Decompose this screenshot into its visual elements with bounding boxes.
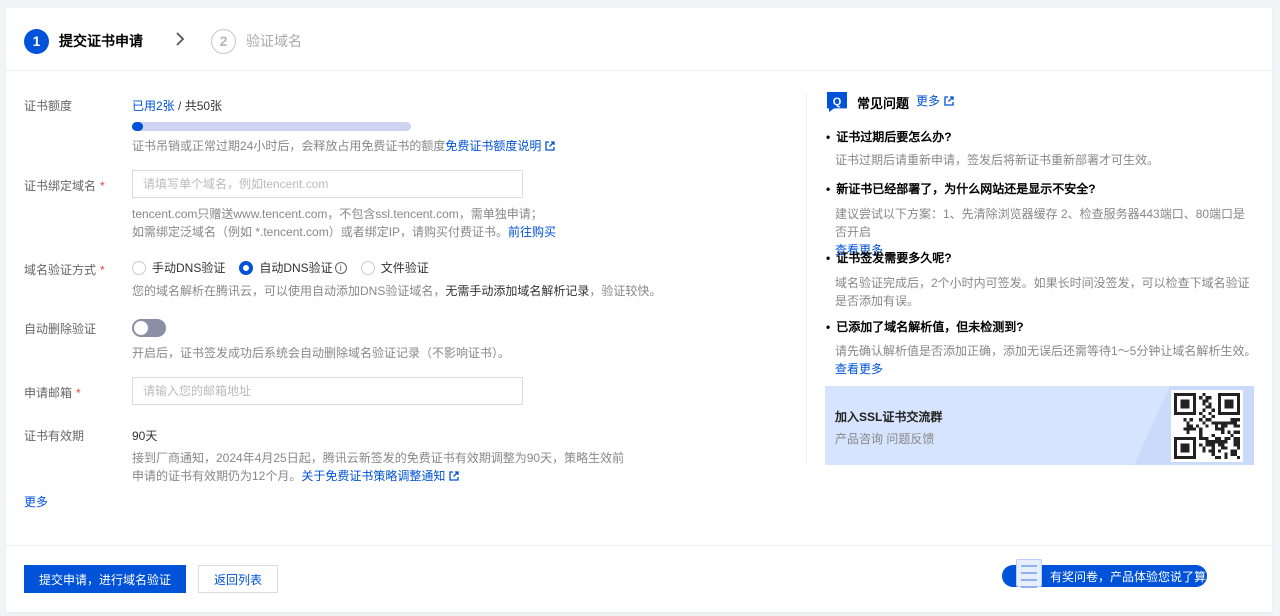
external-link-icon[interactable]	[944, 96, 954, 106]
validity-help-text: 申请的证书有效期仍为12个月。	[132, 469, 302, 483]
domain-label-text: 证书绑定域名	[24, 179, 97, 193]
quota-progress-fill	[132, 122, 144, 131]
quota-help-text: 证书吊销或正常过期24小时后，会释放占用免费证书的额度	[132, 139, 446, 153]
radio-manual-dns-circle[interactable]	[132, 260, 146, 275]
faq-title: 常见问题	[857, 96, 910, 111]
external-link-icon[interactable]	[545, 141, 556, 151]
email-label-text: 申请邮箱	[24, 386, 73, 400]
faq-answer-4-more-link[interactable]: 查看更多	[835, 362, 883, 376]
radio-file-circle[interactable]	[360, 260, 375, 275]
domain-help-line2: 如需绑定泛域名（例如 *.tencent.com）或者绑定IP，请购买付费证书。…	[132, 223, 556, 241]
policy-notice-link[interactable]: 关于免费证书策略调整通知	[301, 469, 445, 483]
quota-used: 已用2张	[132, 99, 175, 113]
external-link-icon[interactable]	[449, 471, 460, 481]
info-icon[interactable]: i	[334, 261, 347, 274]
faq-answer-2-text: 建议尝试以下方案：1、先清除浏览器缓存 2、检查服务器443端口、80端口是否开…	[835, 207, 1246, 239]
quota-help-link[interactable]: 免费证书额度说明	[445, 139, 541, 153]
auto-delete-help: 开启后，证书签发成功后系统会自动删除域名验证记录（不影响证书）。	[132, 346, 511, 360]
radio-auto-dns-label: 自动DNS验证	[259, 261, 333, 275]
domain-help-text: 如需绑定泛域名（例如 *.tencent.com）或者绑定IP，请购买付费证书。	[132, 225, 509, 239]
validity-help-line1: 接到厂商通知，2024年4月25日起，腾讯云新签发的免费证书有效期调整为90天，…	[132, 451, 625, 465]
domain-input[interactable]	[132, 170, 523, 198]
verify-help-b: 无需手动添加域名解析记录	[445, 284, 590, 298]
faq-question-4[interactable]: 已添加了域名解析值，但未检测到?	[826, 318, 1023, 335]
radio-manual-dns[interactable]: 手动DNS验证	[132, 259, 225, 276]
faq-question-1[interactable]: 证书过期后要怎么办?	[826, 128, 951, 145]
qr-code-icon	[1171, 390, 1243, 462]
domain-help-line1: tencent.com只赠送www.tencent.com，不包含ssl.ten…	[132, 207, 543, 221]
email-label: 申请邮箱 *	[24, 384, 81, 401]
verify-label: 域名验证方式 *	[24, 261, 105, 278]
toggle-knob	[134, 321, 148, 335]
faq-more-link[interactable]: 更多	[916, 92, 954, 109]
quota-usage: 已用2张 / 共50张	[132, 97, 222, 114]
faq-question-2[interactable]: 新证书已经部署了，为什么网站还是显示不安全?	[826, 180, 1095, 197]
validity-help-line2: 申请的证书有效期仍为12个月。关于免费证书策略调整通知	[132, 467, 624, 485]
step-1-number: 1	[24, 28, 49, 54]
step-2-label: 验证域名	[246, 33, 302, 49]
footer-divider	[6, 545, 1272, 546]
validity-value: 90天	[132, 429, 158, 443]
submit-button[interactable]: 提交申请，进行域名验证	[24, 565, 186, 593]
verify-radio-group: 手动DNS验证 自动DNS验证 i 文件验证	[132, 259, 443, 276]
more-link[interactable]: 更多	[24, 493, 48, 510]
chevron-right-icon	[175, 31, 185, 51]
quota-progress-bar	[132, 122, 411, 131]
validity-label: 证书有效期	[24, 429, 85, 443]
faq-answer-1: 证书过期后请重新申请，签发后将新证书重新部署才可生效。	[835, 153, 1160, 167]
verify-help-a: 您的域名解析在腾讯云，可以使用自动添加DNS验证域名，	[132, 284, 446, 298]
quota-label: 证书额度	[24, 99, 73, 113]
verify-label-text: 域名验证方式	[24, 263, 97, 277]
domain-required-mark: *	[100, 179, 105, 193]
main-card: 1 提交证书申请 2 验证域名 证书额度 已用2张 / 共50张 证书吊销或正常…	[6, 8, 1272, 612]
buy-link[interactable]: 前往购买	[508, 225, 556, 239]
radio-manual-dns-label: 手动DNS验证	[152, 261, 226, 275]
step-1-label: 提交证书申请	[59, 33, 143, 49]
radio-auto-dns[interactable]: 自动DNS验证 i	[239, 259, 347, 276]
faq-question-3[interactable]: 证书签发需要多久呢?	[826, 249, 951, 266]
back-to-list-button[interactable]: 返回列表	[198, 565, 278, 593]
faq-answer-4-text: 请先确认解析值是否添加正确，添加无误后还需等待1～5分钟让域名解析生效。	[835, 344, 1257, 358]
stepper: 1 提交证书申请 2 验证域名	[24, 28, 302, 54]
header-divider	[6, 70, 1272, 71]
email-input[interactable]	[132, 377, 523, 405]
faq-icon: Q	[827, 92, 847, 112]
step-2-number: 2	[211, 28, 236, 54]
validity-help: 接到厂商通知，2024年4月25日起，腾讯云新签发的免费证书有效期调整为90天，…	[132, 449, 624, 485]
faq-answer-3: 域名验证完成后，2个小时内可签发。如果长时间没签发，可以检查下域名验证是否添加有…	[835, 276, 1250, 308]
auto-delete-toggle[interactable]	[132, 319, 166, 337]
promo-title: 加入SSL证书交流群	[835, 410, 943, 424]
column-divider	[806, 94, 807, 464]
quota-total: / 共50张	[174, 99, 223, 113]
verify-help-c: ，验证较快。	[589, 284, 662, 298]
faq-more-text[interactable]: 更多	[916, 94, 940, 108]
verify-required-mark: *	[100, 263, 105, 277]
domain-label: 证书绑定域名 *	[24, 177, 105, 194]
radio-file[interactable]: 文件验证	[360, 259, 429, 276]
survey-document-icon	[1016, 559, 1042, 588]
faq-answer-4: 请先确认解析值是否添加正确，添加无误后还需等待1～5分钟让域名解析生效。 查看更…	[835, 342, 1259, 378]
auto-delete-label: 自动删除验证	[24, 322, 97, 336]
radio-file-label: 文件验证	[380, 261, 429, 275]
radio-auto-dns-circle[interactable]	[239, 260, 254, 275]
join-group-banner[interactable]: 加入SSL证书交流群 产品咨询 问题反馈	[825, 386, 1254, 465]
domain-help: tencent.com只赠送www.tencent.com，不包含ssl.ten…	[132, 205, 556, 241]
verify-help: 您的域名解析在腾讯云，可以使用自动添加DNS验证域名，无需手动添加域名解析记录，…	[132, 282, 661, 300]
email-required-mark: *	[76, 386, 81, 400]
quota-help: 证书吊销或正常过期24小时后，会释放占用免费证书的额度免费证书额度说明	[132, 137, 556, 155]
promo-subtitle: 产品咨询 问题反馈	[835, 432, 935, 446]
